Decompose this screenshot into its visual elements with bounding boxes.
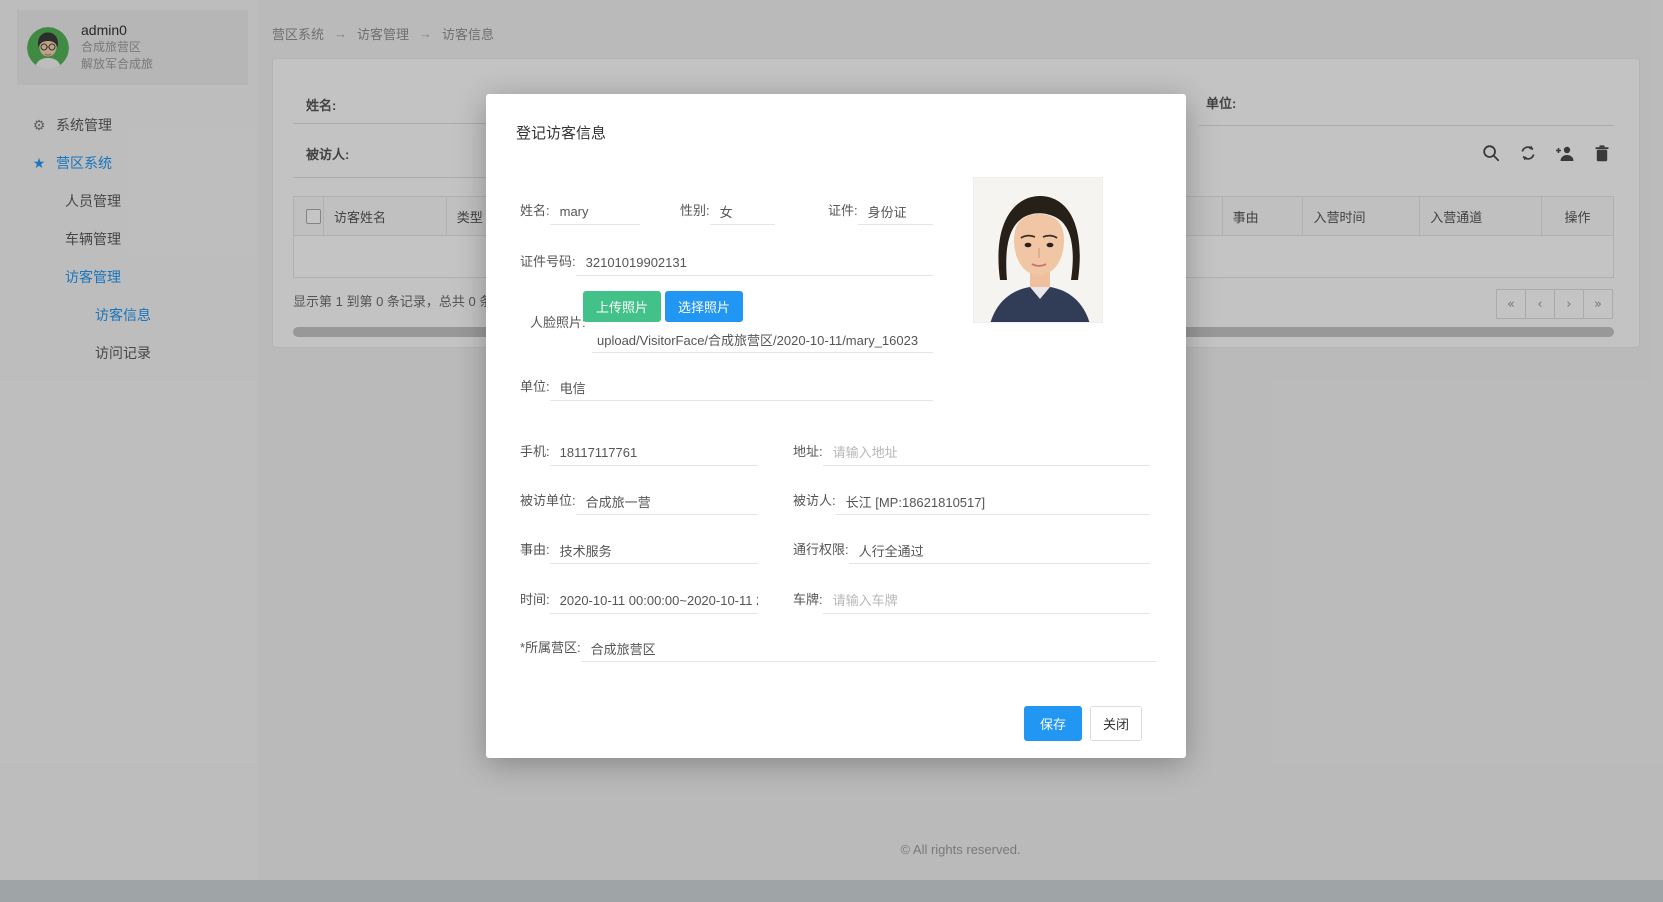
gender-label: 性别:: [680, 200, 710, 225]
address-input[interactable]: [823, 445, 1150, 466]
unit-field: 单位:: [520, 376, 933, 401]
modal-title: 登记访客信息: [516, 122, 606, 143]
permission-select[interactable]: [849, 543, 1150, 564]
gender-field: 性别:: [680, 200, 775, 225]
visited-person-input[interactable]: [836, 494, 1150, 515]
visited-unit-input[interactable]: [576, 494, 758, 515]
visitor-photo-illustration: [974, 178, 1103, 323]
reason-input[interactable]: [550, 543, 758, 564]
face-photo-path: upload/VisitorFace/合成旅营区/2020-10-11/mary…: [597, 330, 933, 349]
permission-field: 通行权限:: [793, 539, 1150, 564]
plate-input[interactable]: [823, 593, 1150, 614]
face-photo-underline: [592, 352, 933, 353]
cert-no-input[interactable]: [576, 255, 933, 276]
close-button[interactable]: 关闭: [1090, 706, 1142, 741]
cert-type-label: 证件:: [828, 200, 858, 225]
time-label: 时间:: [520, 589, 550, 614]
camp-label: *所属营区:: [520, 637, 581, 662]
visited-unit-field: 被访单位:: [520, 490, 758, 515]
modal-actions: 保存 关闭: [1024, 706, 1142, 741]
choose-photo-button[interactable]: 选择照片: [665, 291, 743, 322]
unit-label: 单位:: [520, 376, 550, 401]
save-button[interactable]: 保存: [1024, 706, 1082, 741]
camp-field: *所属营区:: [520, 637, 1156, 662]
cert-no-label: 证件号码:: [520, 251, 576, 276]
unit-input[interactable]: [550, 380, 933, 401]
cert-type-select[interactable]: [858, 204, 933, 225]
upload-photo-button[interactable]: 上传照片: [583, 291, 661, 322]
plate-label: 车牌:: [793, 589, 823, 614]
name-field: 姓名:: [520, 200, 640, 225]
reason-label: 事由:: [520, 539, 550, 564]
phone-field: 手机:: [520, 441, 758, 466]
visitor-photo: [973, 177, 1103, 323]
plate-field: 车牌:: [793, 589, 1150, 614]
face-photo-buttons: 上传照片 选择照片: [583, 291, 743, 322]
phone-label: 手机:: [520, 441, 550, 466]
reason-field: 事由:: [520, 539, 758, 564]
permission-label: 通行权限:: [793, 539, 849, 564]
face-photo-label: 人脸照片:: [530, 312, 586, 331]
cert-no-field: 证件号码:: [520, 251, 933, 276]
camp-select[interactable]: [581, 641, 1156, 662]
address-field: 地址:: [793, 441, 1150, 466]
address-label: 地址:: [793, 441, 823, 466]
name-label: 姓名:: [520, 200, 550, 225]
phone-input[interactable]: [550, 445, 758, 466]
visited-person-field: 被访人:: [793, 490, 1150, 515]
time-field: 时间:: [520, 589, 758, 614]
time-range-input[interactable]: [550, 593, 758, 614]
name-input[interactable]: [550, 204, 640, 225]
visitor-register-modal: 登记访客信息 姓名: 性别: 证件: 证件号码: 人脸照片: 上传照片 选择照片…: [486, 94, 1186, 758]
cert-type-field: 证件:: [828, 200, 933, 225]
gender-select[interactable]: [710, 204, 775, 225]
visited-unit-label: 被访单位:: [520, 490, 576, 515]
visited-person-label: 被访人:: [793, 490, 836, 515]
